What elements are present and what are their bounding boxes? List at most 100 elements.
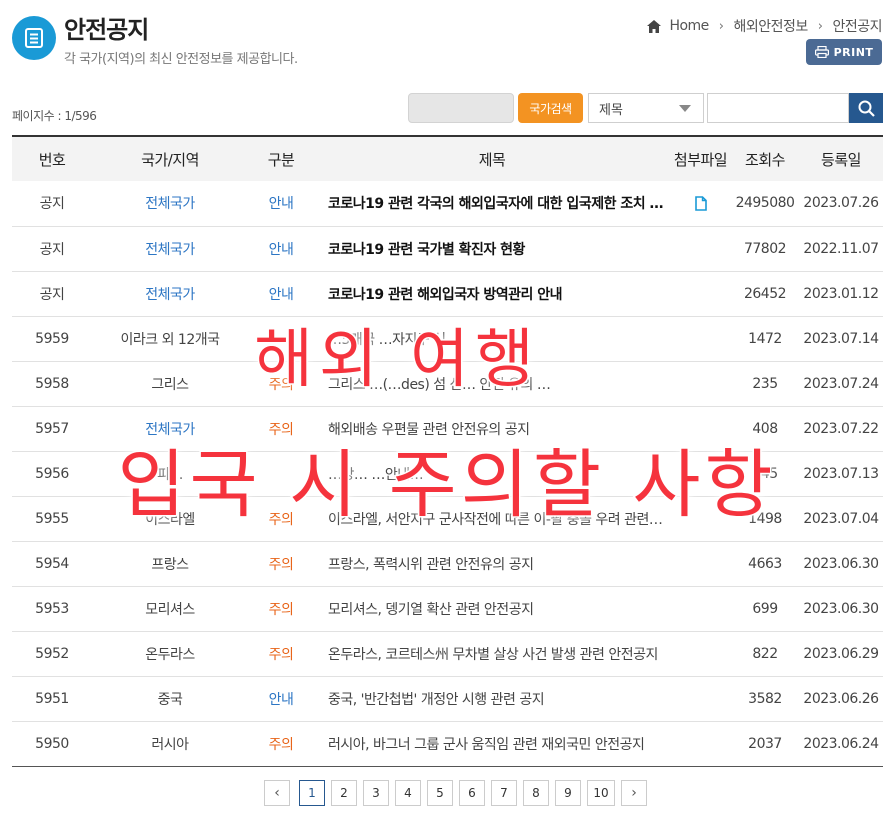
table-row[interactable]: 공지 전체국가 안내 코로나19 관련 각국의 해외입국자에 대한 입국제한 조치 …… — [12, 181, 883, 227]
row-category: 주의 — [248, 586, 314, 632]
country-select[interactable] — [408, 93, 514, 123]
table-row[interactable]: 5951 중국 안내 중국, '반간첩법' 개정안 시행 관련 공지 3582 2023.… — [12, 676, 883, 722]
row-country[interactable]: 전체국가 — [92, 406, 248, 452]
row-country[interactable]: 중국 — [92, 676, 248, 722]
row-attachment — [670, 676, 731, 722]
table-row[interactable]: 5950 러시아 주의 러시아, 바그너 그룹 군사 움직임 관련 재외국민 안전공지… — [12, 721, 883, 767]
row-country[interactable]: 이스라엘 — [92, 496, 248, 542]
page-button-10[interactable]: 10 — [587, 780, 615, 806]
row-views: 699 — [731, 586, 799, 632]
table-row[interactable]: 5958 그리스 주의 그리스 …(…des) 섬 산… 안전 유의 … 235 2023… — [12, 361, 883, 407]
row-country[interactable]: 전체국가 — [92, 271, 248, 317]
row-title[interactable]: 모리셔스, 뎅기열 확산 관련 안전공지 — [314, 586, 670, 632]
row-attachment — [670, 226, 731, 272]
page-button-6[interactable]: 6 — [459, 780, 485, 806]
breadcrumb-current: 안전공지 — [832, 19, 882, 35]
row-number: 5951 — [12, 676, 92, 722]
breadcrumb-overseas-safety[interactable]: 해외안전정보 — [733, 16, 808, 36]
search-field-value: 제목 — [599, 102, 623, 118]
notice-board-icon — [12, 16, 56, 60]
breadcrumb-home[interactable]: Home — [669, 18, 709, 34]
breadcrumb: Home › 해외안전정보 › 안전공지 — [647, 16, 882, 36]
row-title[interactable]: 코로나19 관련 해외입국자 방역관리 안내 — [314, 271, 670, 317]
chevron-down-icon — [679, 105, 691, 112]
page-button-8[interactable]: 8 — [523, 780, 549, 806]
row-category — [248, 451, 314, 497]
home-icon[interactable] — [647, 19, 662, 33]
row-title[interactable]: 러시아, 바그너 그룹 군사 움직임 관련 재외국민 안전공지 — [314, 721, 670, 767]
row-number: 5959 — [12, 316, 92, 362]
page-button-1[interactable]: 1 — [299, 780, 325, 806]
row-date: 2023.07.26 — [799, 181, 883, 227]
search-icon — [858, 100, 875, 117]
search-field-select[interactable]: 제목 — [588, 93, 704, 123]
row-number: 공지 — [12, 226, 92, 272]
chevron-right-icon[interactable]: › — [621, 780, 647, 806]
row-title[interactable]: 해외배송 우편물 관련 안전유의 공지 — [314, 406, 670, 452]
row-attachment — [670, 406, 731, 452]
row-attachment — [670, 586, 731, 632]
row-title[interactable]: …방… …안내… — [314, 451, 670, 497]
table-row[interactable]: 5956 피… …방… …안내… 745 2023.07.13 — [12, 451, 883, 497]
row-number: 공지 — [12, 181, 92, 227]
row-date: 2023.07.22 — [799, 406, 883, 452]
column-header-country: 국가/지역 — [141, 150, 199, 169]
row-date: 2022.11.07 — [799, 226, 883, 272]
row-title[interactable]: 프랑스, 폭력시위 관련 안전유의 공지 — [314, 541, 670, 587]
table-row[interactable]: 5954 프랑스 주의 프랑스, 폭력시위 관련 안전유의 공지 4663 2023.06… — [12, 541, 883, 587]
row-title[interactable]: 온두라스, 코르테스州 무차별 살상 사건 발생 관련 안전공지 — [314, 631, 670, 677]
page-button-2[interactable]: 2 — [331, 780, 357, 806]
country-search-button[interactable]: 국가검색 — [518, 93, 583, 123]
row-attachment[interactable] — [670, 181, 731, 227]
page-count: 페이지수 : 1/596 — [12, 109, 97, 123]
page-button-5[interactable]: 5 — [427, 780, 453, 806]
print-button[interactable]: PRINT — [806, 39, 882, 65]
row-title[interactable]: 이스라엘, 서안지구 군사작전에 따른 이-팔 충돌 우려 관련… — [314, 496, 670, 542]
row-number: 5956 — [12, 451, 92, 497]
search-button[interactable] — [849, 93, 883, 123]
table-row[interactable]: 공지 전체국가 안내 코로나19 관련 해외입국자 방역관리 안내 26452 2023.… — [12, 271, 883, 317]
row-country[interactable]: 러시아 — [92, 721, 248, 767]
table-row[interactable]: 5953 모리셔스 주의 모리셔스, 뎅기열 확산 관련 안전공지 699 2023.06… — [12, 586, 883, 632]
search-input[interactable] — [707, 93, 849, 123]
page-button-3[interactable]: 3 — [363, 780, 389, 806]
table-row[interactable]: 5959 이라크 외 12개국 …5개국 …자지구 신… 1472 2023.07.14 — [12, 316, 883, 362]
row-title[interactable]: 코로나19 관련 각국의 해외입국자에 대한 입국제한 조치 … — [314, 181, 670, 227]
row-title[interactable]: 그리스 …(…des) 섬 산… 안전 유의 … — [314, 361, 670, 407]
row-title[interactable]: 중국, '반간첩법' 개정안 시행 관련 공지 — [314, 676, 670, 722]
table-row[interactable]: 5955 이스라엘 주의 이스라엘, 서안지구 군사작전에 따른 이-팔 충돌 우려 … — [12, 496, 883, 542]
table-row[interactable]: 5952 온두라스 주의 온두라스, 코르테스州 무차별 살상 사건 발생 관련 안전… — [12, 631, 883, 677]
row-attachment — [670, 541, 731, 587]
row-title[interactable]: …5개국 …자지구 신… — [314, 316, 670, 362]
row-country[interactable]: 전체국가 — [92, 226, 248, 272]
page-button-4[interactable]: 4 — [395, 780, 421, 806]
row-attachment — [670, 631, 731, 677]
file-icon[interactable] — [694, 195, 707, 211]
page-button-9[interactable]: 9 — [555, 780, 581, 806]
row-title[interactable]: 코로나19 관련 국가별 확진자 현황 — [314, 226, 670, 272]
column-header-title: 제목 — [478, 150, 506, 169]
row-country[interactable]: 온두라스 — [92, 631, 248, 677]
row-category: 안내 — [248, 226, 314, 272]
row-views: 745 — [731, 451, 799, 497]
row-views: 408 — [731, 406, 799, 452]
row-country[interactable]: 모리셔스 — [92, 586, 248, 632]
table-row[interactable]: 공지 전체국가 안내 코로나19 관련 국가별 확진자 현황 77802 2022.11.… — [12, 226, 883, 272]
row-date: 2023.01.12 — [799, 271, 883, 317]
row-number: 5958 — [12, 361, 92, 407]
row-country[interactable]: 피… — [92, 451, 248, 497]
row-country[interactable]: 그리스 — [92, 361, 248, 407]
row-country[interactable]: 전체국가 — [92, 181, 248, 227]
column-header-views: 조회수 — [745, 150, 785, 169]
row-category: 주의 — [248, 496, 314, 542]
row-country[interactable]: 이라크 외 12개국 — [92, 316, 248, 362]
page-button-7[interactable]: 7 — [491, 780, 517, 806]
row-date: 2023.07.13 — [799, 451, 883, 497]
row-number: 5953 — [12, 586, 92, 632]
table-row[interactable]: 5957 전체국가 주의 해외배송 우편물 관련 안전유의 공지 408 2023.07.… — [12, 406, 883, 452]
row-country[interactable]: 프랑스 — [92, 541, 248, 587]
chevron-right-icon: › — [817, 18, 823, 34]
row-category: 주의 — [248, 361, 314, 407]
chevron-left-icon[interactable]: ‹ — [264, 780, 290, 806]
row-number: 5952 — [12, 631, 92, 677]
